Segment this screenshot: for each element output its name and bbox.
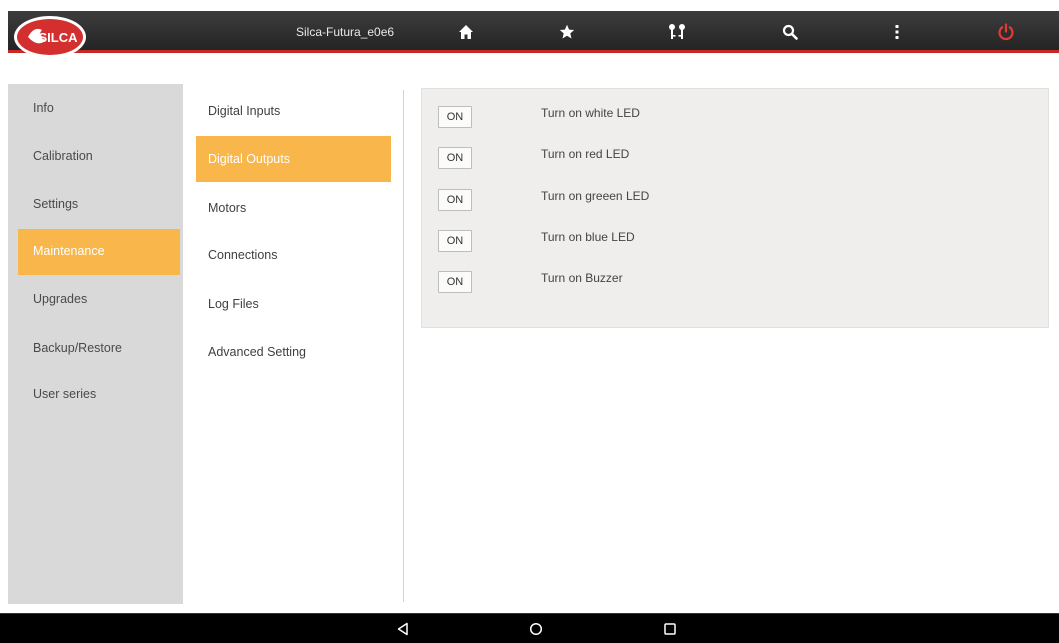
green-led-label: Turn on greeen LED — [541, 189, 650, 203]
sidebar-item-info[interactable]: Info — [18, 86, 180, 130]
white-led-label: Turn on white LED — [541, 106, 640, 120]
submenu-item-connections[interactable]: Connections — [196, 232, 391, 278]
home-icon[interactable] — [448, 17, 484, 47]
back-icon[interactable] — [388, 618, 418, 640]
power-icon[interactable] — [988, 17, 1024, 47]
system-nav-bar — [0, 613, 1059, 643]
star-icon[interactable] — [549, 17, 585, 47]
recents-icon[interactable] — [655, 618, 685, 640]
sidebar-item-settings[interactable]: Settings — [18, 182, 180, 226]
submenu-item-advanced-setting[interactable]: Advanced Setting — [196, 329, 391, 375]
main-sidebar: Info Calibration Settings Maintenance Up… — [8, 84, 183, 604]
submenu-item-digital-inputs[interactable]: Digital Inputs — [196, 88, 391, 134]
buzzer-on-button[interactable]: ON — [438, 271, 472, 293]
top-bar: Silca-Futura_e0e6 — [8, 11, 1059, 53]
submenu-item-motors[interactable]: Motors — [196, 185, 391, 231]
output-row-blue-led: ON Turn on blue LED — [422, 226, 1048, 256]
column-divider — [403, 90, 404, 602]
output-row-buzzer: ON Turn on Buzzer — [422, 267, 1048, 297]
sidebar-item-backup-restore[interactable]: Backup/Restore — [18, 326, 180, 370]
digital-outputs-panel: ON Turn on white LED ON Turn on red LED … — [421, 88, 1049, 328]
logo-text: SILCA — [39, 30, 79, 45]
maintenance-submenu: Digital Inputs Digital Outputs Motors Co… — [196, 84, 391, 604]
home-circle-icon[interactable] — [521, 618, 551, 640]
blue-led-on-button[interactable]: ON — [438, 230, 472, 252]
sidebar-item-user-series[interactable]: User series — [18, 372, 180, 416]
output-row-red-led: ON Turn on red LED — [422, 143, 1048, 173]
buzzer-label: Turn on Buzzer — [541, 271, 623, 285]
more-vertical-icon[interactable] — [879, 17, 915, 47]
sidebar-item-calibration[interactable]: Calibration — [18, 134, 180, 178]
key-compare-icon[interactable] — [659, 17, 695, 47]
red-led-on-button[interactable]: ON — [438, 147, 472, 169]
red-led-label: Turn on red LED — [541, 147, 630, 161]
device-name: Silca-Futura_e0e6 — [296, 25, 395, 39]
blue-led-label: Turn on blue LED — [541, 230, 635, 244]
search-icon[interactable] — [772, 17, 808, 47]
output-row-green-led: ON Turn on greeen LED — [422, 185, 1048, 215]
output-row-white-led: ON Turn on white LED — [422, 102, 1048, 132]
green-led-on-button[interactable]: ON — [438, 189, 472, 211]
white-led-on-button[interactable]: ON — [438, 106, 472, 128]
sidebar-item-upgrades[interactable]: Upgrades — [18, 277, 180, 321]
silca-logo: SILCA — [12, 12, 94, 62]
submenu-item-log-files[interactable]: Log Files — [196, 281, 391, 327]
sidebar-item-maintenance[interactable]: Maintenance — [18, 229, 180, 275]
submenu-item-digital-outputs[interactable]: Digital Outputs — [196, 136, 391, 182]
